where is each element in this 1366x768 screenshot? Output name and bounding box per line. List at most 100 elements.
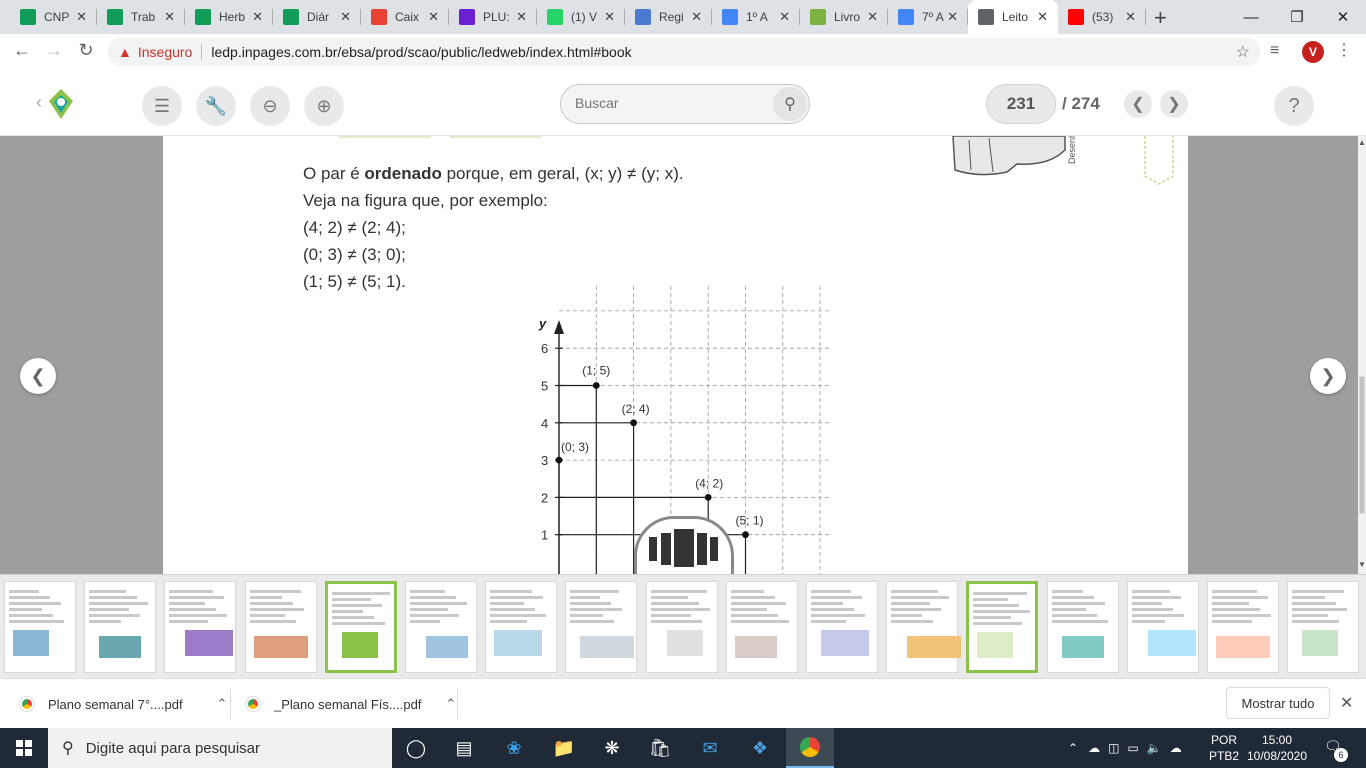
tools-wrench-icon[interactable]: 🔧 — [196, 86, 236, 126]
page-thumbnail[interactable] — [405, 581, 477, 673]
page-thumbnail[interactable] — [164, 581, 237, 673]
current-page-input[interactable]: 231 — [986, 84, 1056, 124]
bookmark-star-icon[interactable]: ☆ — [1236, 42, 1250, 62]
tab-9[interactable]: 1º A ✕ — [712, 0, 800, 34]
tab-3[interactable]: Herb ✕ — [185, 0, 273, 34]
book-index-icon[interactable]: ☰ — [142, 86, 182, 126]
page-thumbnail[interactable] — [1207, 581, 1279, 673]
close-tab-icon[interactable]: ✕ — [1037, 9, 1048, 25]
task-view-icon[interactable]: ▤ — [440, 728, 488, 768]
tab-10[interactable]: Livro ✕ — [800, 0, 888, 34]
close-tab-icon[interactable]: ✕ — [340, 9, 351, 25]
tab-11[interactable]: 7º A ✕ — [888, 0, 968, 34]
ledweb-logo-icon — [49, 89, 73, 119]
next-page-chevron-icon[interactable]: ❯ — [1160, 90, 1188, 118]
zoom-out-icon[interactable]: ⊖ — [250, 86, 290, 126]
prev-page-chevron-icon[interactable]: ❮ — [1124, 90, 1152, 118]
page-thumbnail[interactable] — [966, 581, 1039, 673]
tab-12[interactable]: Leito ✕ — [968, 0, 1058, 34]
close-tab-icon[interactable]: ✕ — [252, 9, 263, 25]
book-menu-button[interactable] — [634, 516, 734, 574]
chrome-taskbar-icon[interactable] — [786, 728, 834, 768]
page-thumbnail[interactable] — [84, 581, 157, 673]
chevron-up-icon[interactable]: ⌃ — [217, 696, 228, 712]
search-icon[interactable]: ⚲ — [773, 87, 807, 121]
new-tab-button[interactable]: + — [1154, 5, 1167, 31]
tab-6[interactable]: PLU: ✕ — [449, 0, 537, 34]
chevron-up-icon[interactable]: ⌃ — [1068, 741, 1078, 755]
page-thumbnail[interactable] — [806, 581, 878, 673]
network-icon[interactable]: ◫ — [1108, 741, 1119, 755]
close-tab-icon[interactable]: ✕ — [867, 9, 878, 25]
volume-icon[interactable]: 🔈 — [1147, 741, 1162, 755]
store-icon[interactable]: 🛍 — [636, 728, 684, 768]
zoom-in-icon[interactable]: ⊕ — [304, 86, 344, 126]
weather-icon[interactable]: ☁ — [1088, 741, 1100, 755]
page-thumbnail[interactable] — [4, 581, 76, 673]
scrollbar-thumb[interactable] — [1359, 376, 1365, 514]
close-tab-icon[interactable]: ✕ — [779, 9, 790, 25]
page-scrollbar[interactable]: ▲ ▼ — [1358, 136, 1366, 574]
address-bar[interactable]: ▲ Inseguro ledp.inpages.com.br/ebsa/prod… — [108, 38, 1260, 66]
tab-13[interactable]: (53) ✕ — [1058, 0, 1146, 34]
close-tab-icon[interactable]: ✕ — [691, 9, 702, 25]
reload-icon[interactable]: ↻ — [74, 40, 98, 61]
collapse-chevron-icon[interactable]: ‹ — [36, 92, 42, 113]
cortana-icon[interactable]: ◯ — [392, 728, 440, 768]
page-thumbnail[interactable] — [324, 581, 397, 673]
page-thumbnail[interactable] — [1287, 581, 1360, 673]
taskbar-search[interactable]: ⚲ Digite aqui para pesquisar — [48, 728, 392, 768]
maximize-button[interactable]: ❐ — [1274, 0, 1320, 34]
battery-icon[interactable]: ▭ — [1127, 741, 1138, 755]
file-explorer-icon[interactable]: 📁 — [540, 728, 588, 768]
forward-arrow-icon[interactable]: → — [42, 40, 66, 61]
reading-list-icon[interactable]: ≡ — [1270, 42, 1279, 60]
tab-2[interactable]: Trab ✕ — [97, 0, 185, 34]
tab-7[interactable]: (1) V ✕ — [537, 0, 625, 34]
security-label[interactable]: Inseguro — [138, 44, 192, 60]
tab-4[interactable]: Diár ✕ — [273, 0, 361, 34]
close-downloads-icon[interactable]: ✕ — [1340, 693, 1353, 713]
media-icon[interactable]: ❋ — [588, 728, 636, 768]
tab-8[interactable]: Regi ✕ — [625, 0, 712, 34]
close-window-button[interactable]: ✕ — [1320, 0, 1366, 34]
close-tab-icon[interactable]: ✕ — [947, 9, 958, 25]
back-arrow-icon[interactable]: ← — [10, 40, 34, 61]
show-all-downloads-button[interactable]: Mostrar tudo — [1226, 687, 1330, 719]
page-thumbnail[interactable] — [565, 581, 638, 673]
mail-icon[interactable]: ✉ — [686, 728, 734, 768]
tab-5[interactable]: Caix ✕ — [361, 0, 449, 34]
clock[interactable]: 15:00 10/08/2020 — [1238, 732, 1316, 764]
download-item-2[interactable]: _Plano semanal Fís....pdf ⌃ — [245, 679, 456, 729]
tab-1[interactable]: CNP ✕ — [10, 0, 97, 34]
edge-icon[interactable]: ❀ — [490, 728, 538, 768]
page-thumbnail[interactable] — [1046, 581, 1119, 673]
close-tab-icon[interactable]: ✕ — [76, 9, 87, 25]
url-text[interactable]: ledp.inpages.com.br/ebsa/prod/scao/publi… — [211, 44, 631, 60]
close-tab-icon[interactable]: ✕ — [516, 9, 527, 25]
page-thumbnail[interactable] — [645, 581, 718, 673]
onedrive-icon[interactable]: ☁ — [1170, 741, 1182, 755]
minimize-button[interactable]: — — [1228, 0, 1274, 34]
system-tray[interactable]: ⌃ ☁ ◫ ▭ 🔈 ☁ — [1068, 728, 1182, 768]
close-tab-icon[interactable]: ✕ — [1125, 9, 1136, 25]
download-item-1[interactable]: Plano semanal 7°....pdf ⌃ — [19, 679, 228, 729]
help-button[interactable]: ? — [1274, 86, 1314, 126]
page-thumbnail[interactable] — [1126, 581, 1199, 673]
page-thumbnail[interactable] — [886, 581, 962, 673]
search-input[interactable] — [575, 95, 765, 111]
next-spread-chevron-icon[interactable]: ❯ — [1310, 358, 1346, 394]
close-tab-icon[interactable]: ✕ — [164, 9, 175, 25]
page-thumbnail[interactable] — [725, 581, 798, 673]
windows-start-icon[interactable] — [0, 728, 48, 768]
safari-icon[interactable]: ❖ — [736, 728, 784, 768]
prev-spread-chevron-icon[interactable]: ❮ — [20, 358, 56, 394]
language-indicator[interactable]: POR PTB2 — [1206, 732, 1242, 764]
close-tab-icon[interactable]: ✕ — [428, 9, 439, 25]
chevron-up-icon[interactable]: ⌃ — [445, 696, 456, 712]
page-thumbnail[interactable] — [485, 581, 558, 673]
close-tab-icon[interactable]: ✕ — [604, 9, 615, 25]
menu-dots-icon[interactable]: ⋮ — [1336, 40, 1352, 60]
profile-avatar[interactable]: V — [1302, 41, 1324, 63]
page-thumbnail[interactable] — [244, 581, 317, 673]
